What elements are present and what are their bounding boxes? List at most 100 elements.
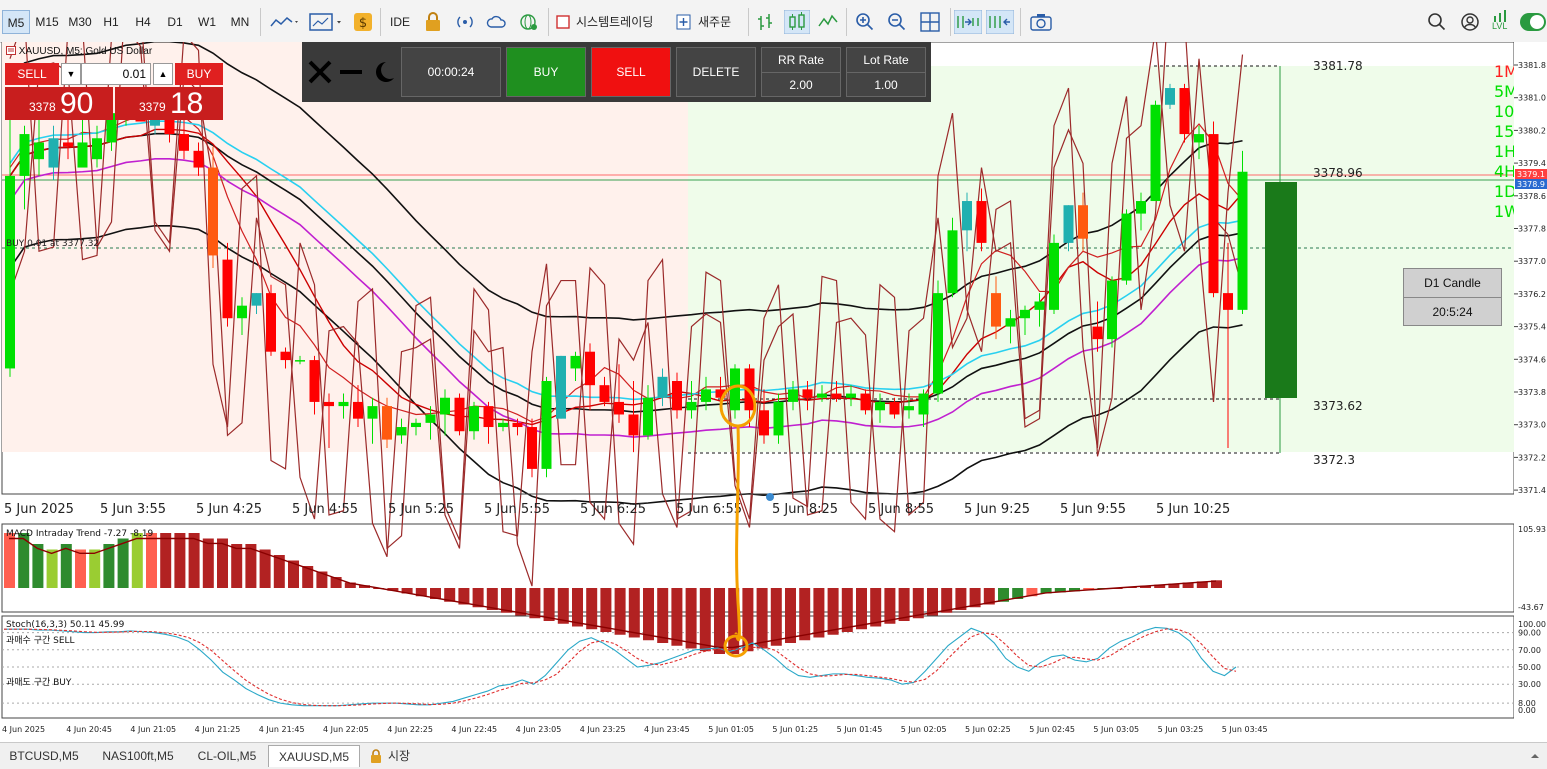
tab-nas100ft[interactable]: NAS100ft,M5 xyxy=(92,745,184,767)
price-axis-label: 3371.4 xyxy=(1518,486,1546,495)
quick-sell-button[interactable]: SELL xyxy=(5,63,59,85)
main-time-axis-label: 5 Jun 3:55 xyxy=(100,502,166,517)
timeframe-mn[interactable]: MN xyxy=(226,10,254,34)
dollar-icon[interactable]: $ xyxy=(352,10,374,34)
bid-price-box[interactable]: 3378 90 xyxy=(5,87,113,120)
timeframe-w1[interactable]: W1 xyxy=(194,10,220,34)
chart-title-label: XAUUSD, M5: Gold US Dollar xyxy=(18,46,153,57)
price-axis-label: 3373.0 xyxy=(1518,421,1546,430)
grid-icon[interactable] xyxy=(918,10,942,34)
candle-body xyxy=(701,389,711,402)
stoch-label: Stoch(16,3,3) 50.11 45.99 xyxy=(6,620,125,630)
candle-body xyxy=(1237,171,1248,310)
cloud-icon[interactable] xyxy=(486,10,508,34)
candle-body xyxy=(1049,242,1059,310)
ask-price-box[interactable]: 3379 18 xyxy=(115,87,223,120)
tab-cl-oil[interactable]: CL-OIL,M5 xyxy=(190,745,264,767)
toolbar-separator xyxy=(748,8,749,36)
price-axis-label: 3381.8 xyxy=(1518,61,1546,70)
tab-xauusd[interactable]: XAUUSD,M5 xyxy=(268,745,360,767)
new-order-button[interactable]: 새주문 xyxy=(676,10,740,34)
macd-histogram-bar xyxy=(117,538,129,588)
candle-body xyxy=(440,397,450,415)
toolbar-separator xyxy=(1020,8,1021,36)
candle-body xyxy=(266,293,276,352)
lot-rate-value[interactable]: 1.00 xyxy=(847,73,925,97)
timeframe-h4[interactable]: H4 xyxy=(130,10,156,34)
system-trading-label: 시스템트레이딩 xyxy=(576,15,654,29)
lot-input[interactable]: 0.01 xyxy=(81,63,151,85)
candle-body xyxy=(614,401,624,415)
panel-controls-icon[interactable] xyxy=(306,56,398,90)
candlestick-chart-icon[interactable] xyxy=(784,10,810,34)
chart-area[interactable]: BUY 0.01 at 3377.32 3381.78 3378.96 3373.62… xyxy=(0,42,1547,742)
rr-rate-value[interactable]: 2.00 xyxy=(762,73,840,97)
quick-buy-button[interactable]: BUY xyxy=(175,63,223,85)
sub-time-axis-label: 5 Jun 01:05 xyxy=(708,725,754,734)
lvl-button[interactable]: LVL xyxy=(1490,6,1516,36)
main-time-axis-label: 5 Jun 6:55 xyxy=(676,502,742,517)
timeframe-list-item: 1D xyxy=(1494,182,1517,201)
lot-dropdown[interactable]: ▼ xyxy=(61,63,81,85)
chart-window-icon xyxy=(6,46,16,55)
account-icon[interactable] xyxy=(1458,10,1482,34)
ide-button[interactable]: IDE xyxy=(390,10,412,34)
new-order-label: 새주문 xyxy=(698,15,732,29)
candle-body xyxy=(947,230,958,294)
price-axis-label: 3375.4 xyxy=(1518,323,1546,332)
toggle-switch[interactable] xyxy=(1520,13,1546,31)
zoom-in-icon[interactable] xyxy=(854,10,876,34)
bar-chart-icon[interactable] xyxy=(754,10,776,34)
candle-body xyxy=(237,305,247,319)
globe-icon[interactable] xyxy=(518,10,540,34)
panel-delete-button[interactable]: DELETE xyxy=(676,47,756,97)
candle-body xyxy=(324,401,334,407)
timeframe-m5[interactable]: M5 xyxy=(2,10,30,34)
candle-body xyxy=(933,293,943,394)
candle-body xyxy=(425,414,436,423)
panel-sell-button[interactable]: SELL xyxy=(591,47,671,97)
system-trading-icon xyxy=(556,15,570,29)
chart-shift-icon[interactable] xyxy=(986,10,1014,34)
signal-icon[interactable] xyxy=(454,10,476,34)
timeframe-m15[interactable]: M15 xyxy=(33,10,61,34)
indicators-icon[interactable] xyxy=(268,10,300,34)
timeframe-d1[interactable]: D1 xyxy=(162,10,188,34)
main-time-axis-label: 5 Jun 9:55 xyxy=(1060,502,1126,517)
macd-histogram-bar xyxy=(770,588,782,646)
candle-body xyxy=(527,427,537,469)
tab-btcusd[interactable]: BTCUSD,M5 xyxy=(2,745,86,767)
templates-icon[interactable] xyxy=(308,10,346,34)
position-line-label: BUY 0.01 at 3377.32 xyxy=(6,239,99,249)
lock-icon[interactable] xyxy=(422,10,444,34)
stoch-axis-label: 50.00 xyxy=(1518,663,1541,672)
candle-body xyxy=(556,355,566,419)
system-trading-button[interactable]: 시스템트레이딩 xyxy=(556,10,666,34)
timeframe-h1[interactable]: H1 xyxy=(98,10,124,34)
tabs-scroll-icon[interactable] xyxy=(1530,751,1540,761)
price-chart[interactable]: BUY 0.01 at 3377.32 3381.78 3378.96 3373.62… xyxy=(0,42,1547,742)
rr-rate-box: RR Rate 2.00 xyxy=(761,47,841,97)
candle-body xyxy=(962,201,972,231)
zoom-out-icon[interactable] xyxy=(886,10,908,34)
timeframe-m30[interactable]: M30 xyxy=(66,10,94,34)
lot-rate-label: Lot Rate xyxy=(847,48,925,73)
macd-histogram-bar xyxy=(912,588,924,619)
lot-up-button[interactable]: ▲ xyxy=(153,63,173,85)
panel-buy-button[interactable]: BUY xyxy=(506,47,586,97)
candle-body xyxy=(657,376,668,398)
macd-histogram-bar xyxy=(884,588,896,624)
candle-body xyxy=(904,406,914,411)
auto-scroll-icon[interactable] xyxy=(954,10,982,34)
screenshot-icon[interactable] xyxy=(1028,10,1054,34)
macd-histogram-bar xyxy=(543,588,555,621)
macd-histogram-bar xyxy=(572,588,583,627)
candle-body xyxy=(469,406,479,432)
sub-time-axis-label: 5 Jun 03:25 xyxy=(1158,725,1204,734)
line-chart-icon[interactable] xyxy=(816,10,840,34)
tab-market[interactable]: 시장 xyxy=(364,745,424,767)
search-icon[interactable] xyxy=(1426,10,1448,34)
candle-body xyxy=(483,406,494,428)
toolbar-separator xyxy=(260,8,261,36)
candle-body xyxy=(541,381,552,469)
